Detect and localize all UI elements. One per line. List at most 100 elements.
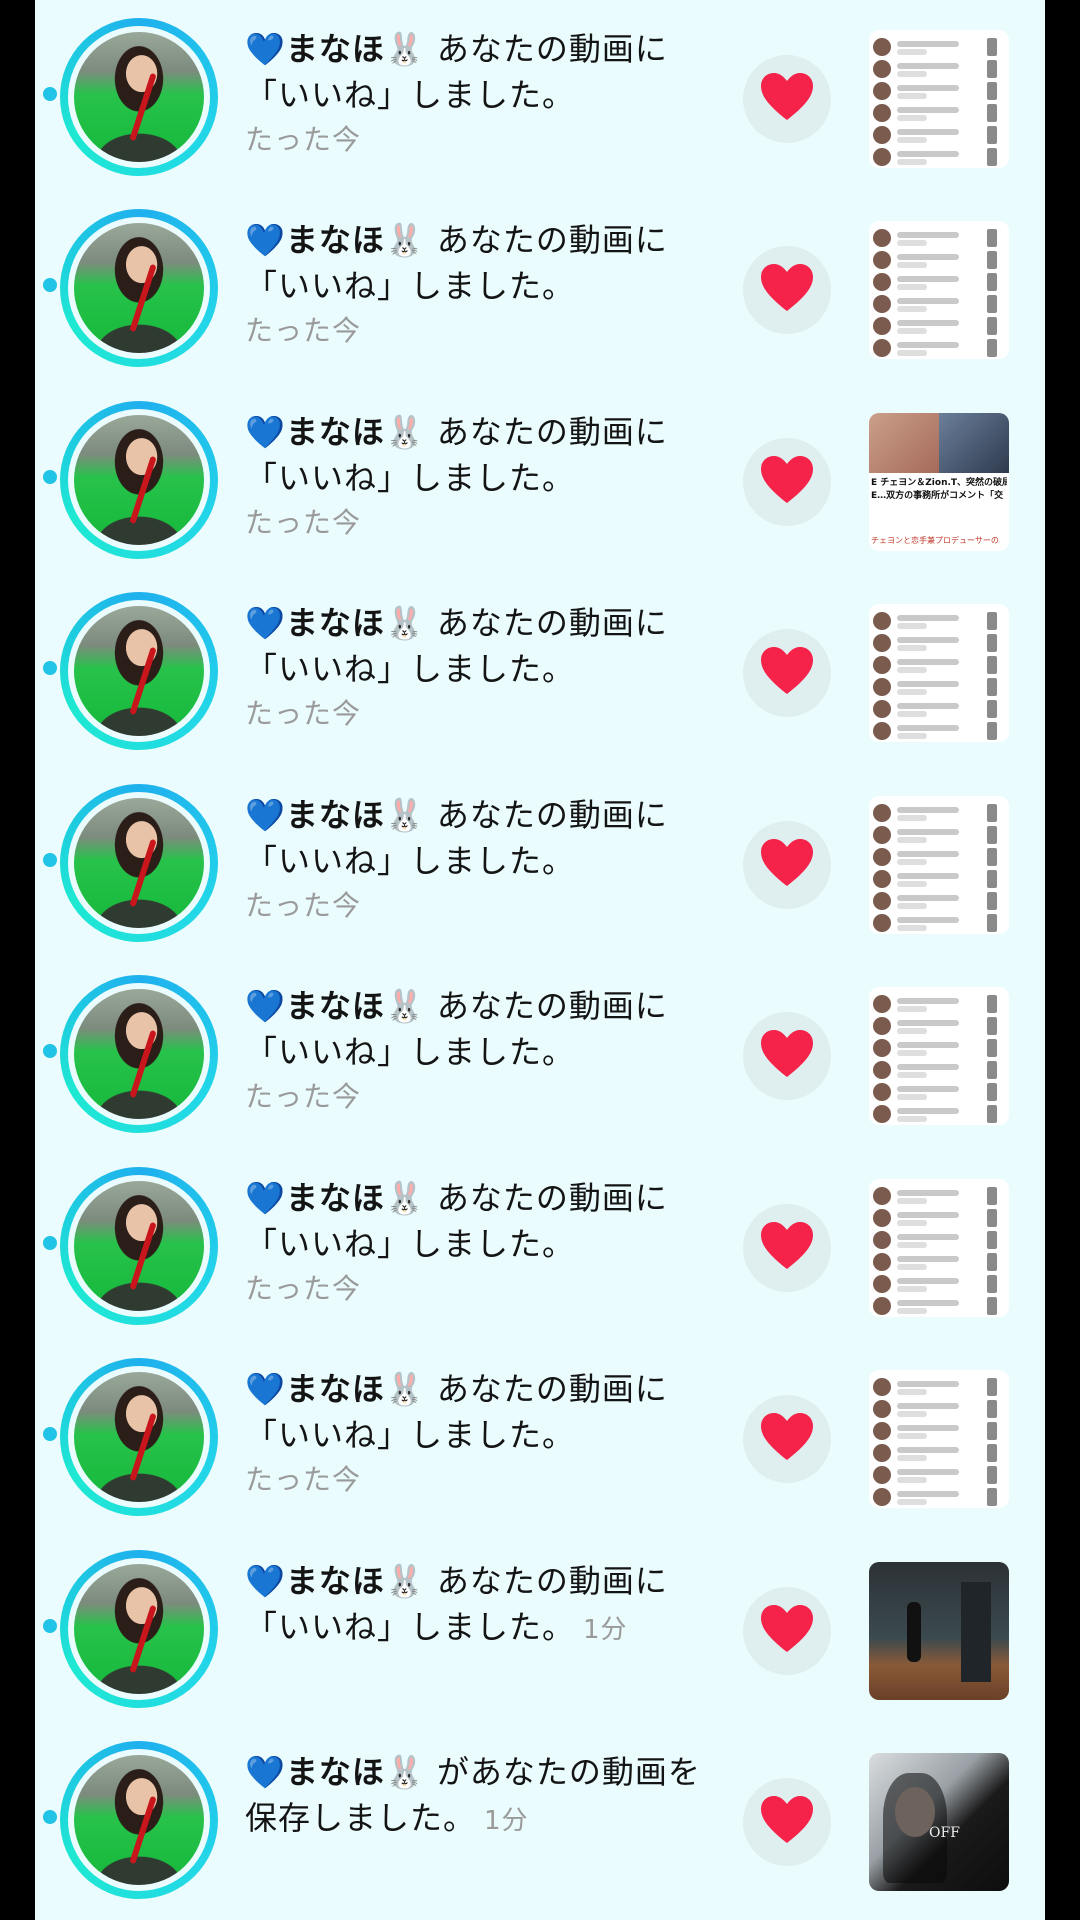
video-thumbnail[interactable] xyxy=(869,1562,1009,1700)
avatar[interactable] xyxy=(60,401,218,559)
username[interactable]: まなほ xyxy=(286,1370,385,1408)
username[interactable]: まなほ xyxy=(286,221,385,259)
avatar[interactable] xyxy=(60,1358,218,1516)
notification-item[interactable]: 💙まなほ🐰 あなたの動画に「いいね」しました。 たった今 xyxy=(35,574,1045,765)
heart-icon xyxy=(759,838,815,892)
thumbnail-caption: チェヨンと恋手兼プロデューサーの xyxy=(871,536,999,545)
heart-icon xyxy=(759,1604,815,1658)
unread-dot xyxy=(43,1810,57,1824)
thumbnail-text: OFF xyxy=(929,1825,960,1841)
timestamp: 1分 xyxy=(484,1806,529,1836)
notification-item[interactable]: 💙まなほ🐰 あなたの動画に「いいね」しました。 たった今 xyxy=(35,957,1045,1148)
notification-item[interactable]: 💙まなほ🐰 あなたの動画に「いいね」しました。 たった今 xyxy=(35,1149,1045,1340)
avatar[interactable] xyxy=(60,592,218,750)
notification-text: 💙まなほ🐰 あなたの動画に「いいね」しました。 たった今 xyxy=(245,983,715,1117)
rabbit-emoji: 🐰 xyxy=(384,604,426,642)
unread-dot xyxy=(43,1427,57,1441)
avatar-photo xyxy=(74,1372,204,1502)
notification-item[interactable]: 💙まなほ🐰 あなたの動画に「いいね」しました。 たった今 E チェヨン＆Zion.T… xyxy=(35,383,1045,574)
username[interactable]: まなほ xyxy=(286,1562,385,1600)
notification-text: 💙まなほ🐰 あなたの動画に「いいね」しました。 たった今 xyxy=(245,409,715,543)
username[interactable]: まなほ xyxy=(286,604,385,642)
rabbit-emoji: 🐰 xyxy=(384,1179,426,1217)
rabbit-emoji: 🐰 xyxy=(384,413,426,451)
like-button[interactable] xyxy=(743,1395,831,1483)
blue-heart-emoji: 💙 xyxy=(245,1370,286,1408)
avatar[interactable] xyxy=(60,1550,218,1708)
avatar[interactable] xyxy=(60,18,218,176)
heart-icon xyxy=(759,646,815,700)
like-button[interactable] xyxy=(743,1012,831,1100)
username[interactable]: まなほ xyxy=(286,987,385,1025)
unread-dot xyxy=(43,1044,57,1058)
rabbit-emoji: 🐰 xyxy=(384,30,426,68)
like-button[interactable] xyxy=(743,629,831,717)
notification-text: 💙まなほ🐰 あなたの動画に「いいね」しました。 たった今 xyxy=(245,217,715,351)
video-thumbnail[interactable] xyxy=(869,1370,1009,1508)
notification-item[interactable]: 💙まなほ🐰 あなたの動画に「いいね」しました。 たった今 xyxy=(35,766,1045,957)
timestamp: たった今 xyxy=(245,1080,362,1113)
like-button[interactable] xyxy=(743,246,831,334)
unread-dot xyxy=(43,470,57,484)
notification-text: 💙まなほ🐰 あなたの動画に「いいね」しました。 たった今 xyxy=(245,600,715,734)
timestamp: たった今 xyxy=(245,889,362,922)
unread-dot xyxy=(43,853,57,867)
unread-dot xyxy=(43,1619,57,1633)
blue-heart-emoji: 💙 xyxy=(245,221,286,259)
video-thumbnail[interactable]: E チェヨン＆Zion.T、突然の破局 E…双方の事務所がコメント「交 チェヨンと恋… xyxy=(869,413,1009,551)
unread-dot xyxy=(43,278,57,292)
thumbnail-headline: E…双方の事務所がコメント「交 xyxy=(871,491,1004,501)
like-button[interactable] xyxy=(743,821,831,909)
notification-item[interactable]: 💙まなほ🐰 あなたの動画に「いいね」しました。 1分 xyxy=(35,1532,1045,1723)
like-button[interactable] xyxy=(743,438,831,526)
avatar-photo xyxy=(74,606,204,736)
notification-text: 💙まなほ🐰 あなたの動画に「いいね」しました。 たった今 xyxy=(245,792,715,926)
video-thumbnail[interactable]: OFF xyxy=(869,1753,1009,1891)
like-button[interactable] xyxy=(743,55,831,143)
username[interactable]: まなほ xyxy=(286,1753,385,1791)
notification-item[interactable]: 💙まなほ🐰 があなたの動画を保存しました。 1分 OFF xyxy=(35,1723,1045,1914)
video-thumbnail[interactable] xyxy=(869,221,1009,359)
blue-heart-emoji: 💙 xyxy=(245,604,286,642)
like-button[interactable] xyxy=(743,1204,831,1292)
video-thumbnail[interactable] xyxy=(869,987,1009,1125)
avatar-photo xyxy=(74,223,204,353)
rabbit-emoji: 🐰 xyxy=(384,1562,426,1600)
username[interactable]: まなほ xyxy=(286,796,385,834)
notification-item[interactable]: 💙まなほ🐰 あなたの動画に「いいね」しました。 たった今 xyxy=(35,1340,1045,1531)
notification-text: 💙まなほ🐰 あなたの動画に「いいね」しました。 たった今 xyxy=(245,1366,715,1500)
rabbit-emoji: 🐰 xyxy=(384,1370,426,1408)
blue-heart-emoji: 💙 xyxy=(245,1753,286,1791)
notification-text: 💙まなほ🐰 あなたの動画に「いいね」しました。 1分 xyxy=(245,1558,715,1653)
thumbnail-headline: E チェヨン＆Zion.T、突然の破局 xyxy=(871,478,1007,488)
avatar-photo xyxy=(74,415,204,545)
like-button[interactable] xyxy=(743,1778,831,1866)
rabbit-emoji: 🐰 xyxy=(384,796,426,834)
video-thumbnail[interactable] xyxy=(869,30,1009,168)
avatar[interactable] xyxy=(60,1741,218,1899)
notification-item[interactable]: 💙まなほ🐰 あなたの動画に「いいね」しました。 たった今 xyxy=(35,191,1045,382)
heart-icon xyxy=(759,1795,815,1849)
unread-dot xyxy=(43,661,57,675)
heart-icon xyxy=(759,1221,815,1275)
username[interactable]: まなほ xyxy=(286,1179,385,1217)
like-button[interactable] xyxy=(743,1587,831,1675)
heart-icon xyxy=(759,1412,815,1466)
username[interactable]: まなほ xyxy=(286,413,385,451)
video-thumbnail[interactable] xyxy=(869,796,1009,934)
avatar[interactable] xyxy=(60,784,218,942)
avatar[interactable] xyxy=(60,975,218,1133)
video-thumbnail[interactable] xyxy=(869,1179,1009,1317)
username[interactable]: まなほ xyxy=(286,30,385,68)
avatar[interactable] xyxy=(60,1167,218,1325)
blue-heart-emoji: 💙 xyxy=(245,1179,286,1217)
blue-heart-emoji: 💙 xyxy=(245,1562,286,1600)
video-thumbnail[interactable] xyxy=(869,604,1009,742)
avatar-photo xyxy=(74,798,204,928)
heart-icon xyxy=(759,1029,815,1083)
unread-dot xyxy=(43,1236,57,1250)
avatar[interactable] xyxy=(60,209,218,367)
notification-item[interactable]: 💙まなほ🐰 あなたの動画に「いいね」しました。 たった今 xyxy=(35,0,1045,191)
avatar-photo xyxy=(74,989,204,1119)
timestamp: 1分 xyxy=(583,1615,628,1645)
